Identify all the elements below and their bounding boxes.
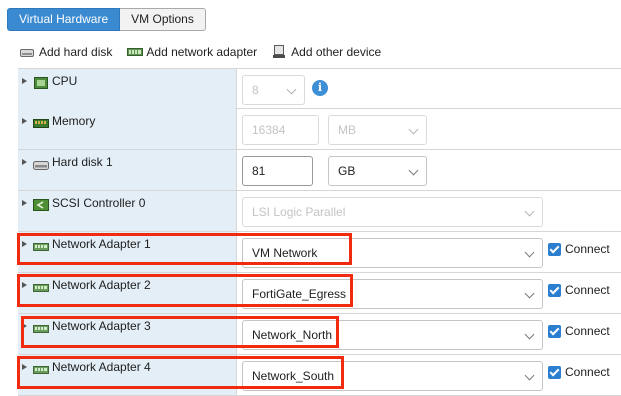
net3-label-cell: Network Adapter 3 [18, 314, 237, 354]
info-icon[interactable]: i [312, 80, 328, 96]
add-hard-disk-label: Add hard disk [39, 45, 113, 59]
row-memory: Memory 16384 MB [18, 109, 621, 150]
expand-arrow-icon[interactable] [22, 323, 27, 329]
hardware-list: CPU 8 i Memory 16384 MB Hard disk 1 81 G… [18, 68, 621, 396]
net2-label: Network Adapter 2 [52, 278, 151, 292]
hard-disk-label: Hard disk 1 [52, 155, 113, 169]
hard-disk-unit-select[interactable]: GB [328, 156, 427, 186]
expand-arrow-icon[interactable] [22, 200, 27, 206]
net2-network-select[interactable]: FortiGate_Egress [242, 279, 543, 309]
net4-label: Network Adapter 4 [52, 360, 151, 374]
checkbox-checked-icon [548, 283, 561, 297]
hard-disk-icon [20, 45, 34, 59]
net1-connect-checkbox[interactable]: Connect [548, 242, 610, 256]
network-adapter-icon [33, 321, 49, 333]
tab-bar: Virtual Hardware VM Options [7, 8, 206, 32]
hard-disk-label-cell: Hard disk 1 [18, 150, 237, 190]
network-adapter-icon [33, 362, 49, 374]
chevron-down-icon [286, 84, 297, 95]
expand-arrow-icon[interactable] [22, 78, 27, 84]
tab-virtual-hardware[interactable]: Virtual Hardware [7, 8, 121, 31]
memory-size-input[interactable]: 16384 [242, 115, 319, 145]
chevron-down-icon [524, 288, 535, 299]
net2-connect-checkbox[interactable]: Connect [548, 283, 610, 297]
device-icon [272, 45, 286, 59]
expand-arrow-icon[interactable] [22, 241, 27, 247]
row-hard-disk: Hard disk 1 81 GB [18, 150, 621, 191]
scsi-type-select[interactable]: LSI Logic Parallel [242, 197, 543, 227]
chevron-down-icon [524, 206, 535, 217]
net3-network-select[interactable]: Network_North [242, 320, 543, 350]
chevron-down-icon [524, 370, 535, 381]
expand-arrow-icon[interactable] [22, 364, 27, 370]
scsi-label: SCSI Controller 0 [52, 196, 146, 210]
hard-disk-icon [33, 157, 49, 170]
expand-arrow-icon[interactable] [22, 118, 27, 124]
checkbox-checked-icon [548, 365, 561, 379]
net1-label-cell: Network Adapter 1 [18, 232, 237, 272]
checkbox-checked-icon [548, 242, 561, 256]
row-network-adapter-1: Network Adapter 1 VM Network Connect [18, 232, 621, 273]
network-adapter-icon [33, 239, 49, 251]
chevron-down-icon [408, 165, 419, 176]
memory-label-cell: Memory [18, 109, 237, 149]
row-network-adapter-4: Network Adapter 4 Network_South Connect [18, 355, 621, 396]
net3-connect-checkbox[interactable]: Connect [548, 324, 610, 338]
toolbar: Add hard disk Add network adapter Add ot… [20, 45, 396, 59]
net4-connect-checkbox[interactable]: Connect [548, 365, 610, 379]
expand-arrow-icon[interactable] [22, 159, 27, 165]
row-network-adapter-2: Network Adapter 2 FortiGate_Egress Conne… [18, 273, 621, 314]
row-scsi-controller: SCSI Controller 0 LSI Logic Parallel [18, 191, 621, 232]
chevron-down-icon [408, 124, 419, 135]
net4-label-cell: Network Adapter 4 [18, 355, 237, 395]
cpu-label: CPU [52, 74, 78, 88]
cpu-label-cell: CPU [18, 69, 237, 109]
scsi-label-cell: SCSI Controller 0 [18, 191, 237, 231]
memory-unit-select[interactable]: MB [328, 115, 427, 145]
cpu-icon [33, 76, 49, 89]
checkbox-checked-icon [548, 324, 561, 338]
chevron-down-icon [524, 329, 535, 340]
cpu-count-select[interactable]: 8 [242, 75, 305, 105]
network-adapter-icon [127, 45, 144, 59]
memory-icon [33, 116, 49, 128]
add-other-device-button[interactable]: Add other device [272, 45, 381, 59]
net1-network-select[interactable]: VM Network [242, 238, 543, 268]
net4-network-select[interactable]: Network_South [242, 361, 543, 391]
tab-vm-options[interactable]: VM Options [120, 8, 206, 31]
network-adapter-icon [33, 280, 49, 292]
net3-label: Network Adapter 3 [52, 319, 151, 333]
add-network-adapter-button[interactable]: Add network adapter [127, 45, 257, 59]
row-network-adapter-3: Network Adapter 3 Network_North Connect [18, 314, 621, 355]
net1-label: Network Adapter 1 [52, 237, 151, 251]
row-cpu: CPU 8 i [18, 68, 621, 109]
hard-disk-size-input[interactable]: 81 [242, 156, 313, 186]
expand-arrow-icon[interactable] [22, 282, 27, 288]
add-network-adapter-label: Add network adapter [146, 45, 258, 59]
add-other-device-label: Add other device [291, 45, 382, 59]
memory-label: Memory [52, 114, 96, 128]
add-hard-disk-button[interactable]: Add hard disk [20, 45, 112, 59]
net2-label-cell: Network Adapter 2 [18, 273, 237, 313]
scsi-controller-icon [33, 198, 49, 211]
chevron-down-icon [524, 247, 535, 258]
